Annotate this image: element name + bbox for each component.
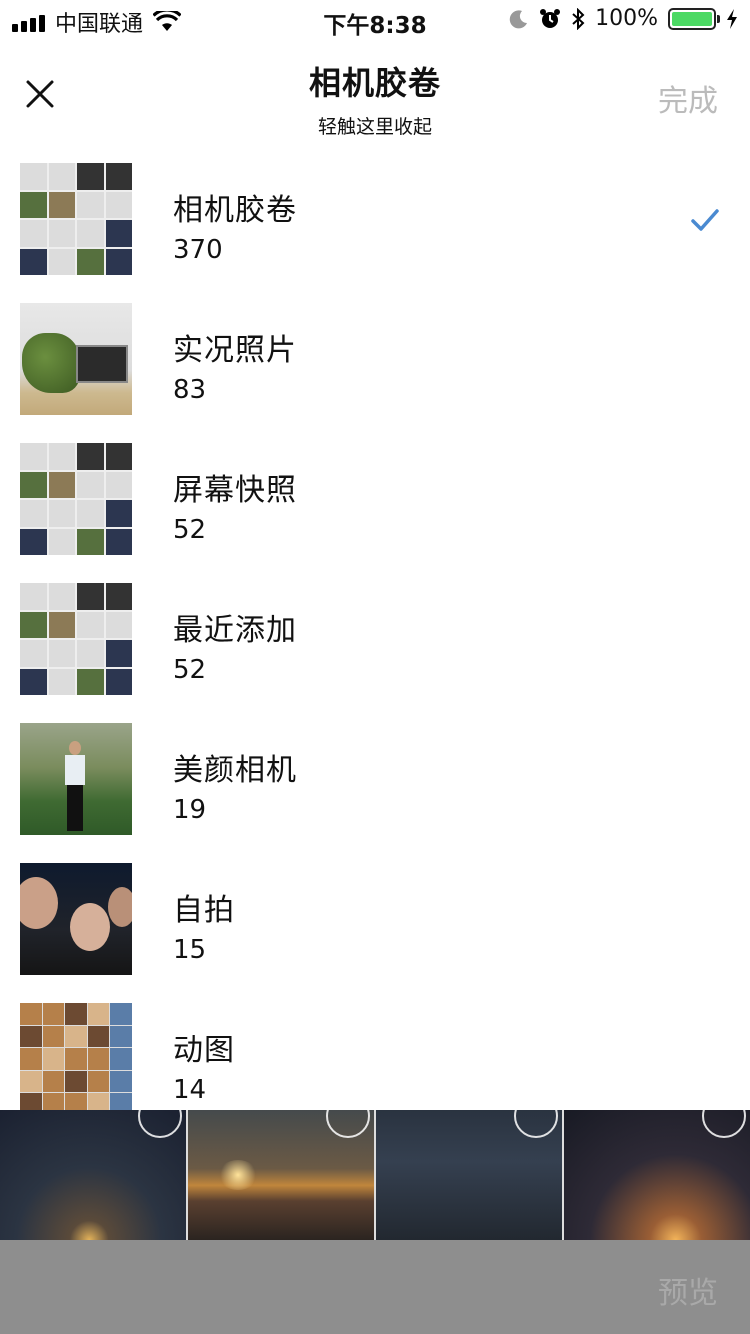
album-item-screenshots[interactable]: 屏幕快照 52 <box>0 443 750 583</box>
album-name: 动图 <box>173 1033 235 1068</box>
select-circle[interactable] <box>326 1110 370 1138</box>
bluetooth-icon <box>572 7 585 30</box>
select-circle[interactable] <box>514 1110 558 1138</box>
album-thumbnail <box>20 723 132 835</box>
checkmark-icon <box>691 209 719 231</box>
album-name: 最近添加 <box>173 613 297 648</box>
album-name: 美颜相机 <box>173 753 297 788</box>
album-item-camera-roll[interactable]: 相机胶卷 370 <box>0 163 750 303</box>
select-circle[interactable] <box>702 1110 746 1138</box>
status-right: 100% <box>509 6 738 31</box>
album-name: 屏幕快照 <box>173 473 297 508</box>
album-count: 370 <box>173 235 223 265</box>
charging-icon <box>727 8 737 29</box>
moon-icon <box>509 9 528 28</box>
album-thumbnail <box>20 163 132 275</box>
album-count: 19 <box>173 795 207 825</box>
nav-bar: 相机胶卷 轻触这里收起 完成 <box>0 40 750 140</box>
page-title: 相机胶卷 <box>308 64 441 102</box>
bottom-bar: 预览 <box>0 1240 750 1334</box>
alarm-icon <box>540 8 561 28</box>
album-list: 相机胶卷 370 实况照片 83 屏幕快照 52 最近添加 52 美颜相机 19… <box>0 163 750 1110</box>
album-thumbnail <box>20 863 132 975</box>
album-item-animated[interactable]: 动图 14 <box>0 1003 750 1110</box>
album-thumbnail <box>20 583 132 695</box>
album-item-live-photos[interactable]: 实况照片 83 <box>0 303 750 443</box>
collapse-hint: 轻触这里收起 <box>317 116 432 138</box>
preview-button[interactable]: 预览 <box>658 1268 718 1312</box>
album-count: 14 <box>173 1075 207 1105</box>
album-item-selfies[interactable]: 自拍 15 <box>0 863 750 1003</box>
album-name: 相机胶卷 <box>173 193 297 228</box>
done-button[interactable]: 完成 <box>658 76 718 120</box>
album-name: 实况照片 <box>173 333 297 368</box>
album-count: 52 <box>173 655 207 685</box>
album-count: 52 <box>173 515 207 545</box>
album-count: 83 <box>173 375 207 405</box>
photo-thumbnail[interactable] <box>564 1110 750 1240</box>
photo-thumbnail[interactable] <box>0 1110 186 1240</box>
battery-icon <box>668 7 720 30</box>
album-thumbnail <box>20 303 132 415</box>
album-thumbnail <box>20 1003 132 1110</box>
title-toggle[interactable]: 相机胶卷 轻触这里收起 <box>0 58 750 139</box>
album-item-recently-added[interactable]: 最近添加 52 <box>0 583 750 723</box>
album-count: 15 <box>173 935 207 965</box>
select-circle[interactable] <box>138 1110 182 1138</box>
photo-thumbnail[interactable] <box>188 1110 374 1240</box>
album-thumbnail <box>20 443 132 555</box>
album-item-beauty-camera[interactable]: 美颜相机 19 <box>0 723 750 863</box>
battery-percent: 100% <box>595 6 658 31</box>
photo-thumbnail[interactable] <box>376 1110 562 1240</box>
photo-grid <box>0 1110 750 1240</box>
status-bar: 中国联通 下午8:38 100% <box>0 0 750 40</box>
album-name: 自拍 <box>173 893 235 928</box>
